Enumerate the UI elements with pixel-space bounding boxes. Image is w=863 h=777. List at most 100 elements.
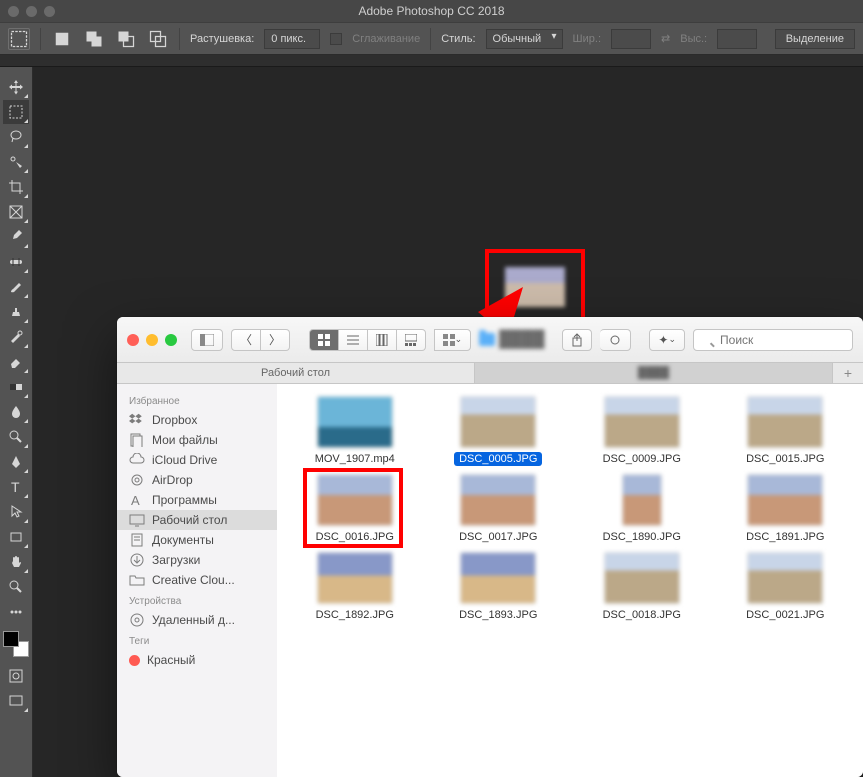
file-item[interactable]: DSC_0018.JPG bbox=[572, 552, 712, 622]
color-swatches[interactable] bbox=[3, 631, 29, 657]
hand-tool[interactable] bbox=[3, 550, 29, 574]
feather-input[interactable] bbox=[264, 29, 320, 49]
edit-toolbar-icon[interactable] bbox=[3, 600, 29, 624]
sidebar-item-downloads[interactable]: Загрузки bbox=[117, 550, 277, 570]
file-item[interactable]: DSC_0015.JPG bbox=[716, 396, 856, 466]
sidebar-item-label: Dropbox bbox=[152, 413, 197, 427]
gallery-view-button[interactable] bbox=[397, 329, 426, 351]
blur-tool[interactable] bbox=[3, 400, 29, 424]
select-and-mask-button[interactable]: Выделение bbox=[775, 29, 855, 49]
forward-button[interactable]: 〉 bbox=[261, 329, 290, 351]
sidebar-item-dropbox[interactable]: Dropbox bbox=[117, 410, 277, 430]
style-select[interactable]: Обычный bbox=[486, 29, 563, 49]
sidebar-item-cloud[interactable]: iCloud Drive bbox=[117, 450, 277, 470]
group-button[interactable]: ⌄ bbox=[434, 329, 472, 351]
finder-close-button[interactable] bbox=[127, 334, 139, 346]
file-item[interactable]: DSC_0021.JPG bbox=[716, 552, 856, 622]
icon-view-button[interactable] bbox=[309, 329, 339, 351]
tab-current[interactable]: ████ bbox=[475, 363, 833, 383]
quick-select-tool[interactable] bbox=[3, 150, 29, 174]
add-selection-icon[interactable] bbox=[83, 28, 105, 50]
file-grid[interactable]: MOV_1907.mp4DSC_0005.JPGDSC_0009.JPGDSC_… bbox=[277, 384, 863, 777]
screenmode-icon[interactable] bbox=[3, 689, 29, 713]
back-button[interactable]: 〈 bbox=[231, 329, 261, 351]
column-view-button[interactable] bbox=[368, 329, 397, 351]
file-item[interactable]: MOV_1907.mp4 bbox=[285, 396, 425, 466]
sidebar-item-airdrop[interactable]: AirDrop bbox=[117, 470, 277, 490]
gradient-tool[interactable] bbox=[3, 375, 29, 399]
brush-tool[interactable] bbox=[3, 275, 29, 299]
finder-sidebar: Избранное DropboxМои файлыiCloud DriveAi… bbox=[117, 384, 277, 777]
eraser-tool[interactable] bbox=[3, 350, 29, 374]
rectangle-tool[interactable] bbox=[3, 525, 29, 549]
finder-maximize-button[interactable] bbox=[165, 334, 177, 346]
sidebar-item-label: Creative Clou... bbox=[152, 573, 235, 587]
window-maximize-button[interactable] bbox=[44, 6, 55, 17]
drag-thumbnail bbox=[505, 267, 565, 307]
list-view-button[interactable] bbox=[339, 329, 368, 351]
file-item[interactable]: DSC_1891.JPG bbox=[716, 474, 856, 544]
move-tool[interactable] bbox=[3, 75, 29, 99]
sidebar-item-label: Программы bbox=[152, 493, 217, 507]
window-minimize-button[interactable] bbox=[26, 6, 37, 17]
sidebar-item-apps[interactable]: AПрограммы bbox=[117, 490, 277, 510]
marquee-tool[interactable] bbox=[3, 100, 29, 124]
dodge-tool[interactable] bbox=[3, 425, 29, 449]
style-label: Стиль: bbox=[441, 33, 475, 45]
sidebar-item-label: AirDrop bbox=[152, 473, 193, 487]
file-item[interactable]: DSC_0016.JPG bbox=[285, 474, 425, 544]
sidebar-tag[interactable]: Красный bbox=[117, 650, 277, 670]
intersect-selection-icon[interactable] bbox=[147, 28, 169, 50]
sidebar-item-label: Удаленный д... bbox=[152, 613, 235, 627]
quickmask-icon[interactable] bbox=[3, 664, 29, 688]
sidebar-item-label: iCloud Drive bbox=[152, 453, 217, 467]
file-name: DSC_0015.JPG bbox=[741, 452, 829, 466]
sidebar-item-folder[interactable]: Creative Clou... bbox=[117, 570, 277, 590]
zoom-tool[interactable] bbox=[3, 575, 29, 599]
sidebar-item-label: Рабочий стол bbox=[152, 513, 227, 527]
airdrop-icon bbox=[129, 473, 145, 487]
crop-tool[interactable] bbox=[3, 175, 29, 199]
path-select-tool[interactable] bbox=[3, 500, 29, 524]
lasso-tool[interactable] bbox=[3, 125, 29, 149]
file-thumbnail bbox=[317, 552, 393, 604]
sidebar-item-files[interactable]: Мои файлы bbox=[117, 430, 277, 450]
sidebar-item-docs[interactable]: Документы bbox=[117, 530, 277, 550]
new-selection-icon[interactable] bbox=[51, 28, 73, 50]
window-close-button[interactable] bbox=[8, 6, 19, 17]
frame-tool[interactable] bbox=[3, 200, 29, 224]
toolbox: T bbox=[0, 67, 33, 777]
search-input[interactable] bbox=[693, 329, 853, 351]
swap-icon: ⇄ bbox=[661, 32, 670, 45]
file-thumbnail bbox=[460, 396, 536, 448]
pen-tool[interactable] bbox=[3, 450, 29, 474]
sidebar-item-device[interactable]: Удаленный д... bbox=[117, 610, 277, 630]
history-brush-tool[interactable] bbox=[3, 325, 29, 349]
sidebar-toggle-button[interactable] bbox=[191, 329, 223, 351]
clone-stamp-tool[interactable] bbox=[3, 300, 29, 324]
finder-minimize-button[interactable] bbox=[146, 334, 158, 346]
height-input bbox=[717, 29, 757, 49]
new-tab-button[interactable]: + bbox=[833, 363, 863, 383]
file-item[interactable]: DSC_1892.JPG bbox=[285, 552, 425, 622]
subtract-selection-icon[interactable] bbox=[115, 28, 137, 50]
file-thumbnail bbox=[604, 396, 680, 448]
file-item[interactable]: DSC_1890.JPG bbox=[572, 474, 712, 544]
file-item[interactable]: DSC_0017.JPG bbox=[429, 474, 569, 544]
folder-icon bbox=[129, 573, 145, 587]
share-button[interactable] bbox=[562, 329, 592, 351]
tool-preset-icon[interactable] bbox=[8, 28, 30, 50]
healing-brush-tool[interactable] bbox=[3, 250, 29, 274]
sidebar-item-desktop[interactable]: Рабочий стол bbox=[117, 510, 277, 530]
svg-text:T: T bbox=[11, 479, 20, 495]
file-item[interactable]: DSC_0009.JPG bbox=[572, 396, 712, 466]
disc-icon bbox=[129, 613, 145, 627]
type-tool[interactable]: T bbox=[3, 475, 29, 499]
file-item[interactable]: DSC_1893.JPG bbox=[429, 552, 569, 622]
tab-desktop[interactable]: Рабочий стол bbox=[117, 363, 475, 383]
eyedropper-tool[interactable] bbox=[3, 225, 29, 249]
path-display[interactable]: ████ bbox=[479, 331, 544, 349]
dropbox-button[interactable]: ✦ ⌄ bbox=[649, 329, 685, 351]
file-item[interactable]: DSC_0005.JPG bbox=[429, 396, 569, 466]
tags-button[interactable] bbox=[600, 329, 631, 351]
